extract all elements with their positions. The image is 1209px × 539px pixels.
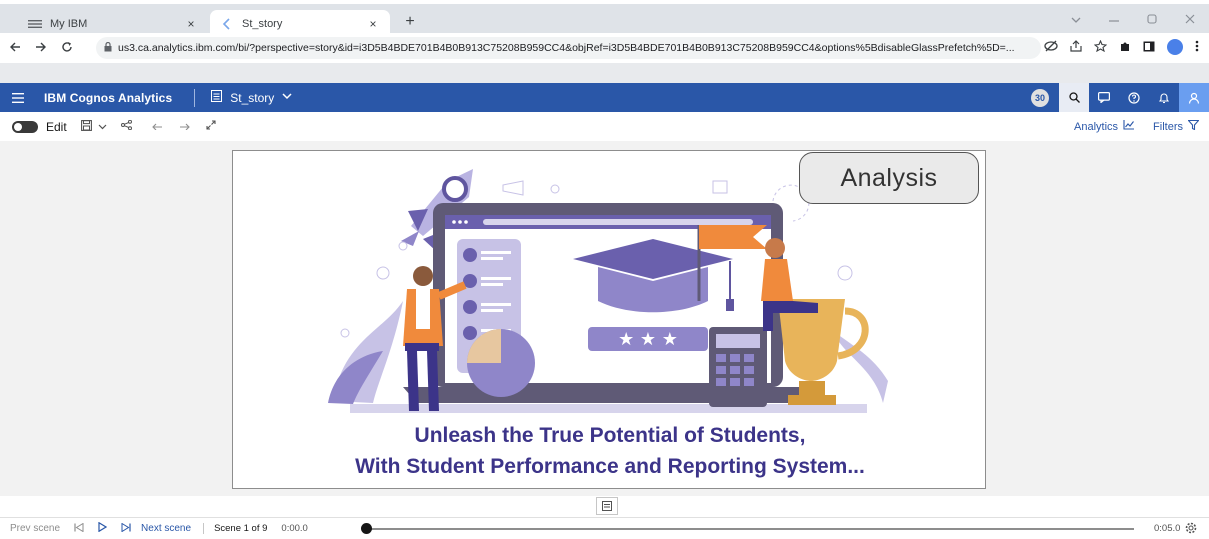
lock-icon[interactable] [104, 41, 112, 55]
tab-search-chevron-icon[interactable] [1071, 12, 1081, 27]
tab-close-icon[interactable]: × [366, 17, 380, 31]
edit-label: Edit [46, 119, 67, 134]
bookmark-bar-area [0, 63, 1209, 83]
tab-title: My IBM [50, 17, 88, 30]
new-tab-icon[interactable]: + [400, 13, 420, 31]
filters-button[interactable]: Filters [1153, 119, 1200, 133]
share-icon[interactable] [1070, 39, 1082, 55]
skip-to-end-icon[interactable] [121, 522, 131, 535]
header-actions: 30 [1031, 83, 1209, 112]
analytics-chart-icon [1123, 120, 1135, 133]
fullscreen-expand-icon[interactable] [206, 120, 216, 133]
next-scene-button[interactable]: Next scene [141, 523, 191, 534]
window-controls [1071, 12, 1195, 27]
save-options-chevron-icon[interactable] [98, 121, 107, 133]
profile-avatar[interactable] [1167, 39, 1183, 55]
bell-icon [1158, 93, 1170, 103]
gear-icon[interactable] [1185, 522, 1197, 537]
play-icon[interactable] [98, 521, 108, 535]
edit-mode-toggle[interactable] [12, 120, 38, 133]
chrome-menu-icon[interactable] [1195, 40, 1199, 55]
analytics-label: Analytics [1074, 121, 1119, 133]
tab-title: St_story [242, 17, 283, 30]
notification-count-badge[interactable]: 30 [1031, 88, 1049, 107]
reload-icon[interactable] [56, 40, 78, 56]
filters-label: Filters [1153, 121, 1183, 133]
browser-tab-strip: My IBM × St_story × + [0, 0, 1209, 37]
notifications-button[interactable] [1149, 83, 1179, 112]
story-icon [211, 90, 223, 105]
prev-scene-button[interactable]: Prev scene [10, 523, 60, 534]
chevron-down-icon[interactable] [282, 92, 292, 103]
cookie-blocked-icon[interactable] [1044, 40, 1058, 55]
assistant-chat-button[interactable] [1089, 83, 1119, 112]
extensions-puzzle-icon[interactable] [1119, 40, 1131, 55]
search-button[interactable] [1059, 83, 1089, 112]
filter-funnel-icon [1187, 119, 1200, 133]
time-end: 0:05.0 [1154, 523, 1181, 534]
browser-actions [1044, 39, 1199, 55]
brand-name[interactable]: IBM Cognos Analytics [44, 91, 172, 105]
story-toolbar: Edit Analytics Filters [0, 112, 1209, 141]
minimize-icon[interactable] [1109, 12, 1119, 27]
help-icon [1128, 91, 1140, 104]
url-text: us3.ca.analytics.ibm.com/bi/?perspective… [118, 42, 1015, 54]
share-nodes-icon[interactable] [120, 119, 132, 133]
bookmark-star-icon[interactable] [1093, 39, 1108, 55]
restore-icon[interactable] [1147, 12, 1157, 27]
toolbar-right-actions: Analytics Filters [1074, 119, 1200, 133]
user-profile-button[interactable] [1179, 83, 1209, 112]
headline-line-1: Unleash the True Potential of Students, [414, 424, 806, 447]
redo-icon[interactable] [179, 121, 190, 133]
search-icon [1068, 92, 1080, 103]
url-bar[interactable]: us3.ca.analytics.ibm.com/bi/?perspective… [96, 37, 1041, 59]
user-icon [1188, 92, 1200, 104]
cognos-favicon-icon [220, 17, 234, 31]
header-divider [194, 88, 196, 107]
app-header: IBM Cognos Analytics St_story 30 [0, 83, 1209, 112]
timeline-track[interactable] [366, 528, 1134, 530]
close-window-icon[interactable] [1185, 12, 1195, 27]
analytics-button[interactable]: Analytics [1074, 120, 1135, 133]
scene-counter: Scene 1 of 9 [203, 523, 267, 534]
side-panel-icon[interactable] [1143, 40, 1155, 55]
hamburger-menu-icon[interactable] [0, 90, 36, 106]
story-title[interactable]: St_story [230, 91, 274, 105]
chat-icon [1098, 92, 1110, 103]
headline-line-2: With Student Performance and Reporting S… [355, 455, 865, 478]
notes-icon [602, 501, 612, 511]
back-arrow-icon[interactable] [4, 40, 26, 56]
browser-address-bar: us3.ca.analytics.ibm.com/bi/?perspective… [0, 33, 1209, 63]
timeline-playhead[interactable] [361, 523, 372, 534]
forward-arrow-icon[interactable] [30, 40, 52, 56]
analysis-badge: Analysis [799, 152, 979, 204]
notes-toggle-button[interactable] [596, 497, 618, 515]
ibm-favicon-icon [28, 17, 42, 31]
skip-to-start-icon[interactable] [74, 522, 84, 535]
help-button[interactable] [1119, 83, 1149, 112]
svg-text:★ ★ ★: ★ ★ ★ [618, 329, 678, 350]
undo-icon[interactable] [151, 121, 163, 133]
time-start: 0:00.0 [281, 523, 308, 534]
tab-close-icon[interactable]: × [184, 17, 198, 31]
playback-bar: Prev scene Next scene Scene 1 of 9 0:00.… [0, 517, 1209, 539]
save-icon[interactable] [80, 119, 92, 134]
story-canvas: ★ ★ ★ Analysis Unleash the True Potentia… [0, 141, 1209, 496]
scene-slide[interactable]: ★ ★ ★ Analysis Unleash the True Potentia… [232, 150, 986, 489]
